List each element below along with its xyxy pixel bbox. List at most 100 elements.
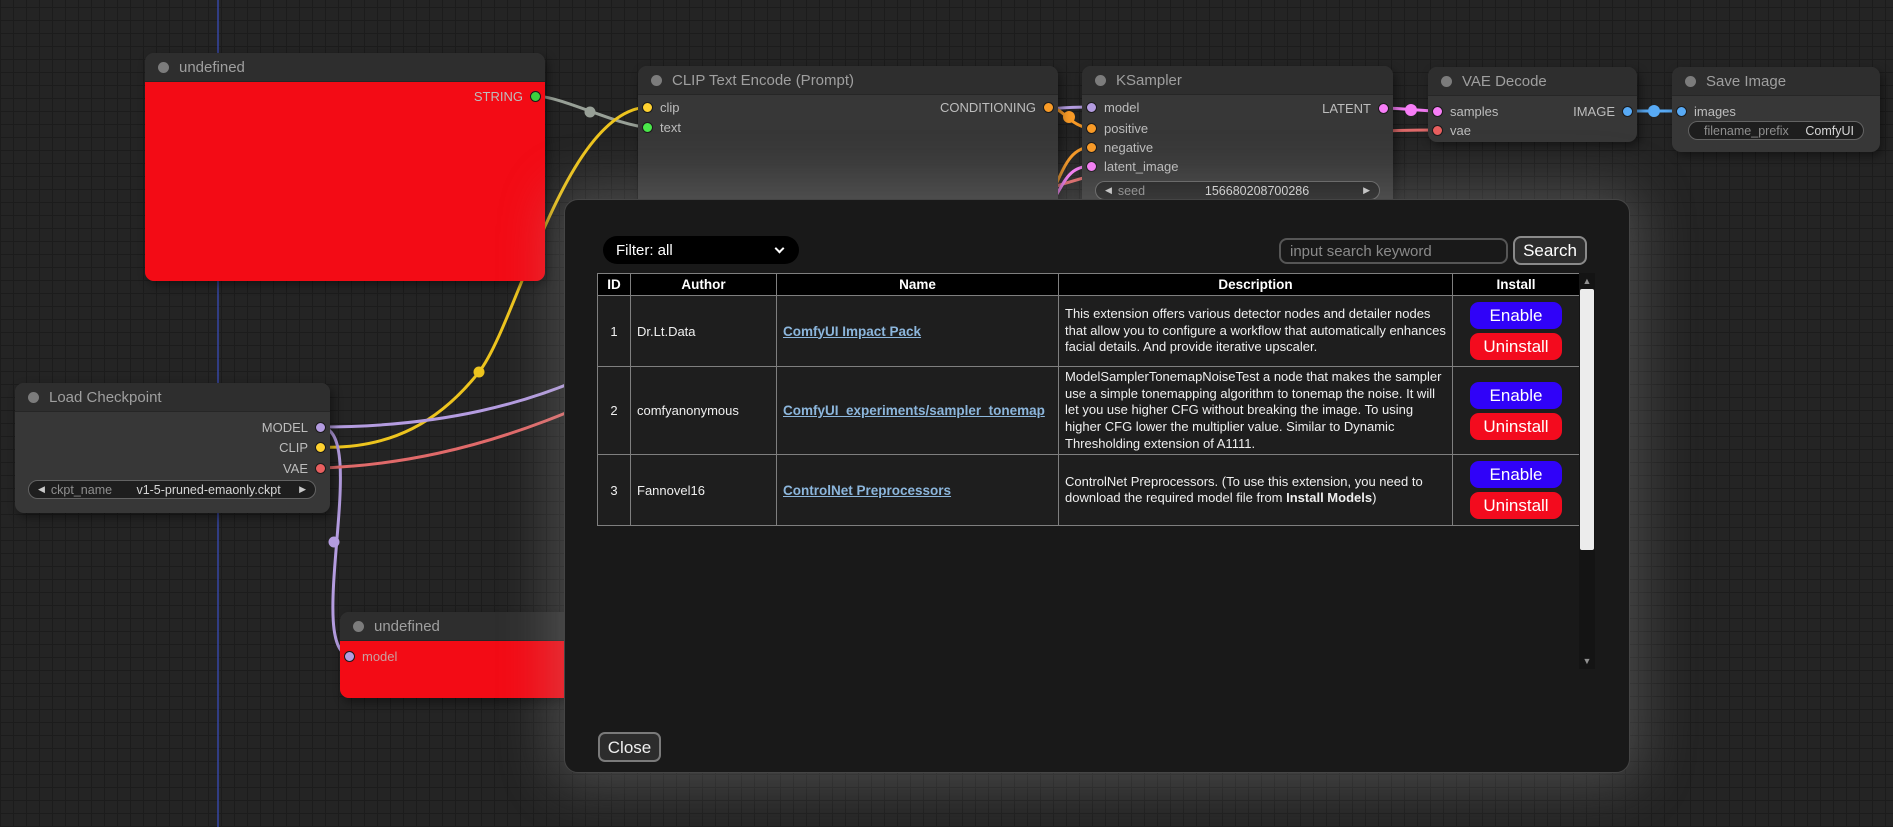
- text-port-icon[interactable]: [642, 122, 653, 133]
- node-undefined-top[interactable]: undefined STRING: [145, 53, 545, 281]
- widget-value[interactable]: v1-5-pruned-emaonly.ckpt: [118, 483, 299, 497]
- ext-name-link[interactable]: ControlNet Preprocessors: [783, 483, 951, 498]
- filter-dropdown[interactable]: Filter: all: [603, 236, 799, 264]
- node-title-dot-icon: [158, 62, 169, 73]
- output-vae[interactable]: VAE: [283, 461, 326, 475]
- node-clip-text-encode[interactable]: CLIP Text Encode (Prompt) clip text COND…: [638, 66, 1058, 210]
- clip-port-icon[interactable]: [642, 102, 653, 113]
- output-string[interactable]: STRING: [474, 89, 541, 103]
- search-button[interactable]: Search: [1513, 236, 1587, 265]
- input-negative[interactable]: negative: [1086, 140, 1153, 154]
- uninstall-button[interactable]: Uninstall: [1470, 333, 1562, 360]
- output-clip[interactable]: CLIP: [279, 440, 326, 454]
- model-port-icon[interactable]: [315, 422, 326, 433]
- output-conditioning[interactable]: CONDITIONING: [940, 100, 1054, 114]
- uninstall-button[interactable]: Uninstall: [1470, 492, 1562, 519]
- output-image[interactable]: IMAGE: [1573, 104, 1633, 118]
- model-port-icon[interactable]: [344, 651, 355, 662]
- input-samples[interactable]: samples: [1432, 104, 1498, 118]
- ext-name-link[interactable]: ComfyUI Impact Pack: [783, 324, 921, 339]
- image-port-icon[interactable]: [1676, 106, 1687, 117]
- comfyui-canvas[interactable]: undefined STRING CLIP Text Encode (Promp…: [0, 0, 1893, 827]
- col-header-author: Author: [631, 274, 777, 296]
- table-row: 2 comfyanonymous ComfyUI_experiments/sam…: [598, 367, 1580, 455]
- vae-port-icon[interactable]: [315, 463, 326, 474]
- node-title: VAE Decode: [1462, 73, 1547, 90]
- input-model[interactable]: model: [1086, 100, 1139, 114]
- port-label: CONDITIONING: [940, 100, 1036, 115]
- scroll-up-icon[interactable]: ▲: [1579, 273, 1595, 289]
- next-icon[interactable]: ▶: [299, 484, 306, 495]
- conditioning-port-icon[interactable]: [1086, 142, 1097, 153]
- table-row: 1 Dr.Lt.Data ComfyUI Impact Pack This ex…: [598, 296, 1580, 367]
- node-title-dot-icon: [1095, 75, 1106, 86]
- port-label: model: [362, 649, 397, 664]
- table-scrollbar[interactable]: ▲ ▼: [1579, 273, 1595, 669]
- previous-icon[interactable]: ◀: [38, 484, 45, 495]
- ckpt-name-widget[interactable]: ◀ ckpt_name v1-5-pruned-emaonly.ckpt ▶: [28, 480, 316, 499]
- latent-port-icon[interactable]: [1086, 161, 1097, 172]
- input-images[interactable]: images: [1676, 104, 1736, 118]
- output-latent[interactable]: LATENT: [1322, 101, 1389, 115]
- input-positive[interactable]: positive: [1086, 121, 1148, 135]
- ext-id: 2: [598, 367, 631, 455]
- ext-id: 3: [598, 455, 631, 526]
- ext-description: ModelSamplerTonemapNoiseTest a node that…: [1059, 367, 1453, 455]
- string-port-icon[interactable]: [530, 91, 541, 102]
- node-title-dot-icon: [28, 392, 39, 403]
- widget-name: filename_prefix: [1704, 124, 1789, 138]
- conditioning-port-icon[interactable]: [1086, 123, 1097, 134]
- widget-value[interactable]: ComfyUI: [1795, 124, 1854, 138]
- node-vae-decode[interactable]: VAE Decode samples vae IMAGE: [1428, 67, 1637, 142]
- input-model[interactable]: model: [344, 649, 397, 663]
- scrollbar-thumb[interactable]: [1580, 289, 1594, 550]
- node-save-image[interactable]: Save Image images filename_prefix ComfyU…: [1672, 67, 1880, 152]
- input-latent-image[interactable]: latent_image: [1086, 159, 1178, 173]
- node-title-bar[interactable]: CLIP Text Encode (Prompt): [638, 66, 1058, 95]
- close-button[interactable]: Close: [598, 732, 661, 762]
- seed-widget[interactable]: ◀ seed 156680208700286 ▶: [1095, 181, 1380, 200]
- port-label: samples: [1450, 104, 1498, 119]
- ext-id: 1: [598, 296, 631, 367]
- node-undefined-bottom[interactable]: undefined model: [340, 612, 580, 698]
- node-title-bar[interactable]: KSampler: [1082, 66, 1393, 95]
- node-title-bar[interactable]: Load Checkpoint: [15, 383, 330, 412]
- node-load-checkpoint[interactable]: Load Checkpoint MODEL CLIP VAE ◀ ckpt_na…: [15, 383, 330, 513]
- node-title: KSampler: [1116, 72, 1182, 89]
- filename-prefix-widget[interactable]: filename_prefix ComfyUI: [1688, 121, 1864, 140]
- node-title-bar[interactable]: VAE Decode: [1428, 67, 1637, 96]
- col-header-install: Install: [1453, 274, 1580, 296]
- scroll-down-icon[interactable]: ▼: [1579, 653, 1595, 669]
- input-clip[interactable]: clip: [642, 100, 680, 114]
- uninstall-button[interactable]: Uninstall: [1470, 413, 1562, 440]
- clip-port-icon[interactable]: [315, 442, 326, 453]
- enable-button[interactable]: Enable: [1470, 461, 1562, 488]
- ext-name-link[interactable]: ComfyUI_experiments/sampler_tonemap: [783, 403, 1045, 418]
- node-title: Save Image: [1706, 73, 1786, 90]
- latent-port-icon[interactable]: [1378, 103, 1389, 114]
- node-title-bar[interactable]: undefined: [145, 53, 545, 82]
- port-label: model: [1104, 100, 1139, 115]
- node-ksampler[interactable]: KSampler model positive negative latent_…: [1082, 66, 1393, 208]
- node-title-bar[interactable]: undefined: [340, 612, 580, 641]
- node-title-bar[interactable]: Save Image: [1672, 67, 1880, 96]
- decrement-icon[interactable]: ◀: [1105, 185, 1112, 196]
- increment-icon[interactable]: ▶: [1363, 185, 1370, 196]
- latent-port-icon[interactable]: [1432, 106, 1443, 117]
- output-model[interactable]: MODEL: [262, 420, 326, 434]
- input-text[interactable]: text: [642, 120, 681, 134]
- conditioning-port-icon[interactable]: [1043, 102, 1054, 113]
- ext-description: This extension offers various detector n…: [1059, 296, 1453, 367]
- model-port-icon[interactable]: [1086, 102, 1097, 113]
- port-label: CLIP: [279, 440, 308, 455]
- input-vae[interactable]: vae: [1432, 123, 1471, 137]
- widget-value[interactable]: 156680208700286: [1151, 184, 1363, 198]
- port-label: vae: [1450, 123, 1471, 138]
- filter-dropdown-label: Filter: all: [616, 242, 673, 259]
- vae-port-icon[interactable]: [1432, 125, 1443, 136]
- enable-button[interactable]: Enable: [1470, 302, 1562, 329]
- search-input[interactable]: [1279, 238, 1508, 264]
- enable-button[interactable]: Enable: [1470, 382, 1562, 409]
- image-port-icon[interactable]: [1622, 106, 1633, 117]
- port-label: positive: [1104, 121, 1148, 136]
